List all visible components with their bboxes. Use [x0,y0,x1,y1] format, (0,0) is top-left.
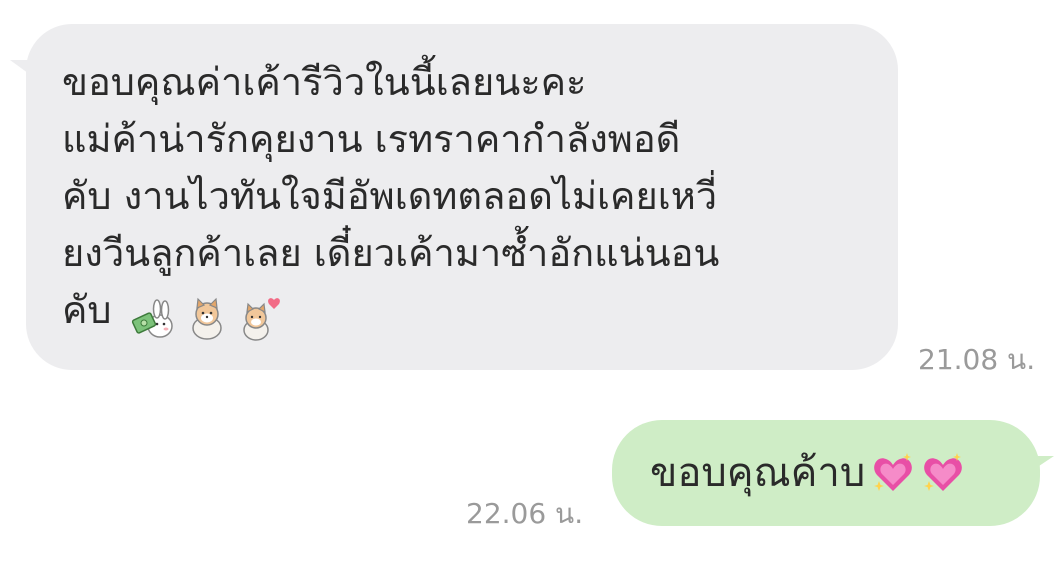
rabbit-money-sticker [130,296,176,342]
shiba-heart-sticker [238,296,284,342]
chat-view: ขอบคุณค่าเค้ารีวิวในนี้เลยนะคะ แม่ค้าน่า… [0,0,1064,584]
outgoing-timestamp: 22.06 น. [466,497,584,530]
incoming-sticker-row [130,296,284,344]
outgoing-message: ขอบคุณค้าบ [650,447,965,499]
incoming-timestamp: 21.08 น. [918,343,1036,376]
outgoing-message-text: ขอบคุณค้าบ [650,450,866,496]
outgoing-bubble-tail [1030,456,1054,472]
shiba-dog-sticker [184,296,230,342]
sparkling-heart-icon [871,451,915,495]
sparkling-heart-icon [921,451,965,495]
